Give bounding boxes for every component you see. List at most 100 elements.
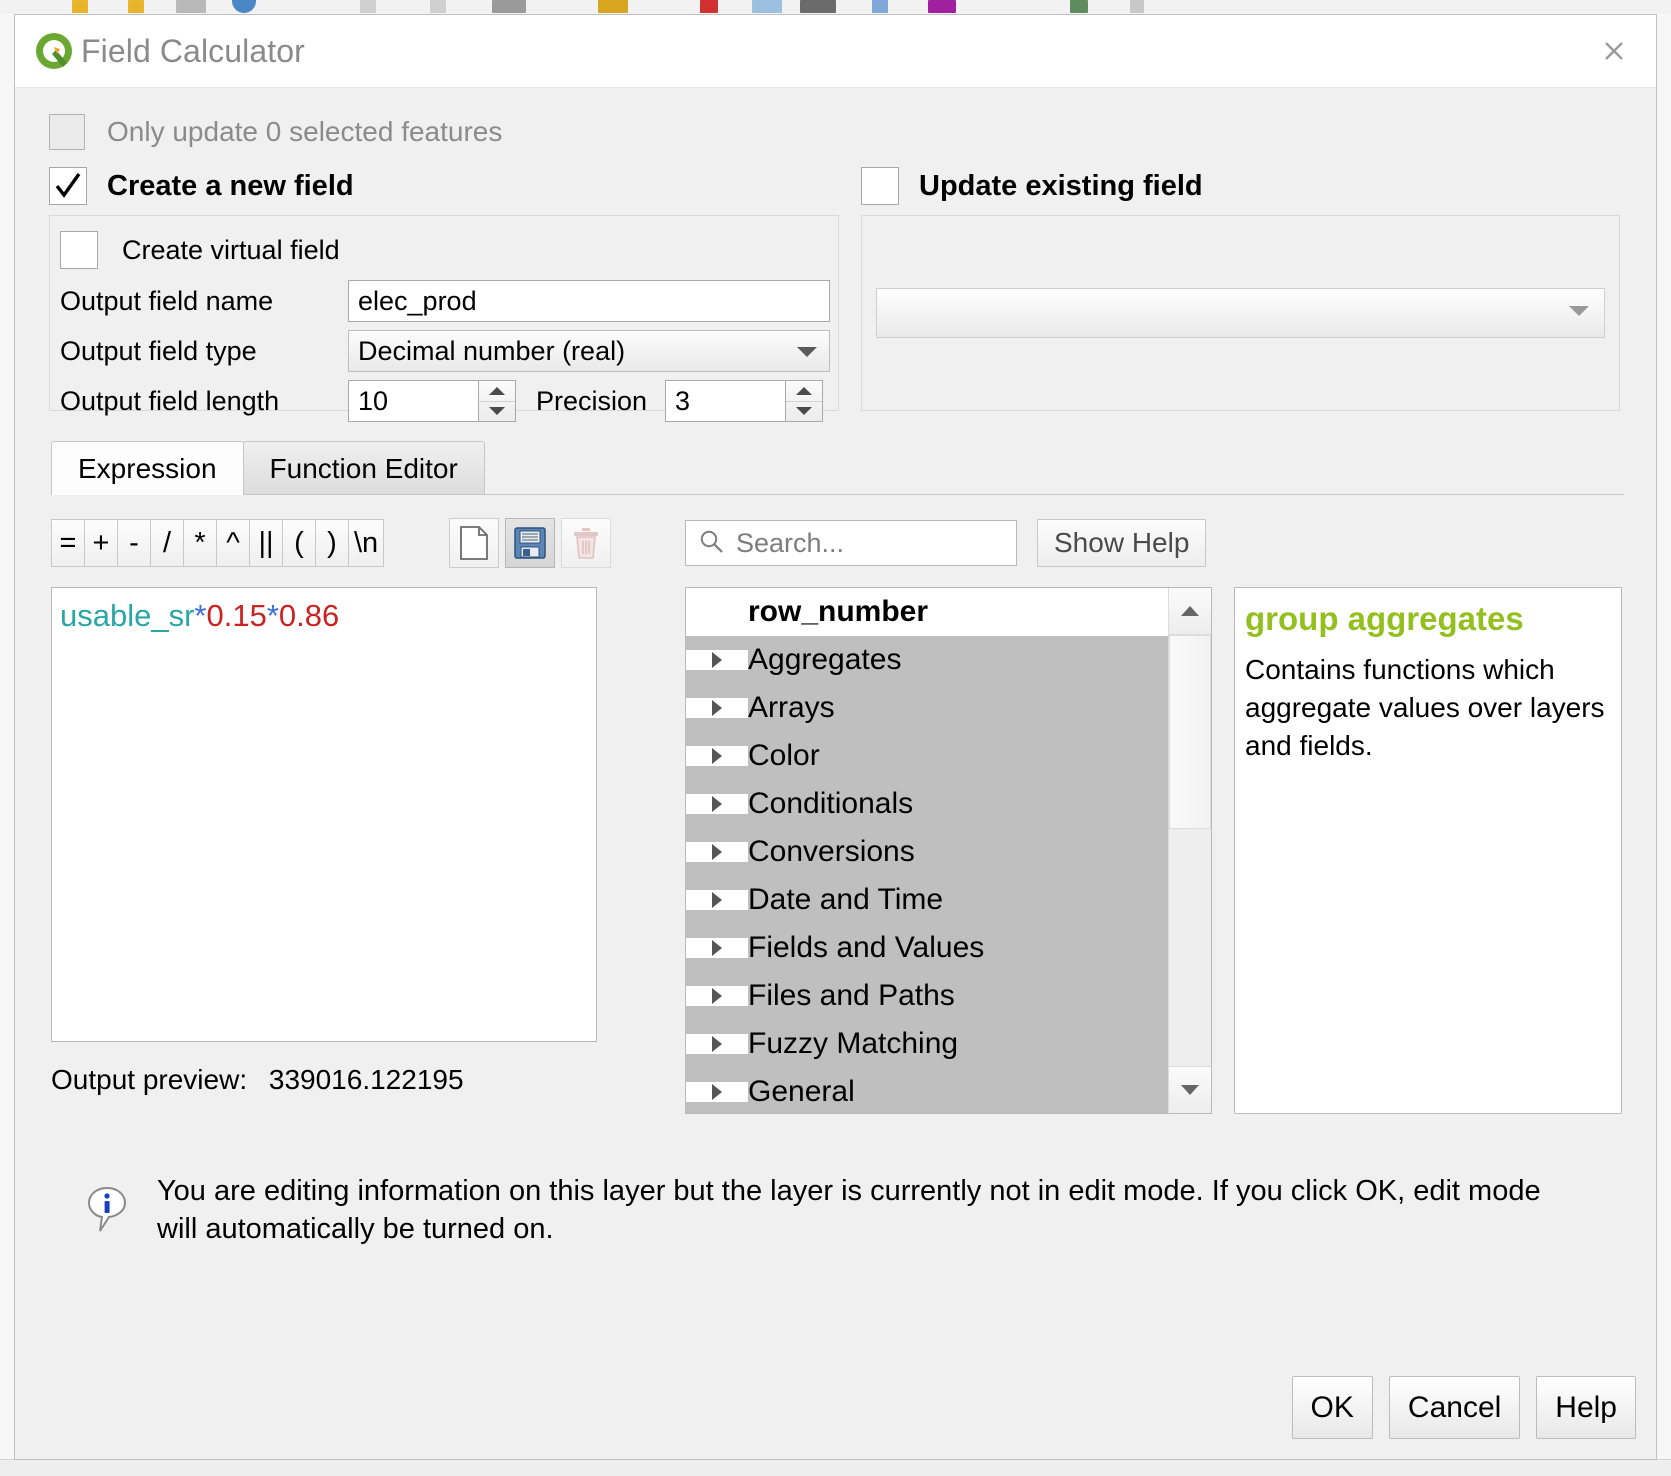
operator-power[interactable]: ^: [216, 519, 250, 567]
spin-down-icon[interactable]: [786, 402, 822, 422]
update-existing-field-checkbox[interactable]: [861, 167, 899, 205]
operator-equals[interactable]: =: [51, 519, 85, 567]
ok-button[interactable]: OK: [1292, 1376, 1373, 1439]
expression-token-num: 0.86: [279, 598, 339, 633]
close-icon[interactable]: [1588, 25, 1640, 77]
create-new-field-checkbox[interactable]: [49, 167, 87, 205]
triangle-right-icon[interactable]: [686, 794, 748, 814]
operator-concat[interactable]: ||: [249, 519, 283, 567]
triangle-right-icon[interactable]: [686, 746, 748, 766]
function-group-conversions[interactable]: Conversions: [686, 828, 1168, 876]
operator-paren-open[interactable]: (: [282, 519, 316, 567]
only-update-selected-checkbox[interactable]: [49, 114, 85, 150]
function-list-scrollbar[interactable]: [1168, 588, 1211, 1113]
operator-multiply[interactable]: *: [183, 519, 217, 567]
bg-icon: [232, 0, 256, 13]
output-field-length-input[interactable]: 10: [348, 380, 478, 422]
expression-token-op: *: [194, 598, 206, 633]
update-existing-field-column: Update existing field: [861, 166, 1620, 411]
update-existing-field-label: Update existing field: [919, 170, 1203, 203]
output-preview: Output preview: 339016.122195: [51, 1064, 629, 1096]
function-group-conditionals[interactable]: Conditionals: [686, 780, 1168, 828]
spin-down-icon[interactable]: [479, 402, 515, 422]
tab-expression[interactable]: Expression: [51, 441, 244, 495]
function-group-label: Fuzzy Matching: [748, 1027, 958, 1061]
create-new-field-row[interactable]: Create a new field: [49, 166, 839, 206]
cancel-button[interactable]: Cancel: [1389, 1376, 1520, 1439]
function-list[interactable]: row_number Aggregates Arra: [685, 587, 1212, 1114]
bg-icon: [1130, 0, 1144, 13]
operator-newline[interactable]: \n: [348, 519, 384, 567]
output-field-type-select[interactable]: Decimal number (real): [348, 330, 830, 372]
operator-minus[interactable]: -: [117, 519, 151, 567]
triangle-right-icon[interactable]: [686, 842, 748, 862]
function-group-label: Conversions: [748, 835, 915, 869]
function-group-arrays[interactable]: Arrays: [686, 684, 1168, 732]
operator-divide[interactable]: /: [150, 519, 184, 567]
function-group-aggregates[interactable]: Aggregates: [686, 636, 1168, 684]
tab-function-editor[interactable]: Function Editor: [243, 441, 485, 495]
create-virtual-field-checkbox[interactable]: [60, 231, 98, 269]
output-field-length-spin-buttons[interactable]: [478, 380, 516, 422]
search-placeholder: Search...: [736, 528, 844, 559]
background-toolbar: [0, 0, 1671, 15]
function-group-files-and-paths[interactable]: Files and Paths: [686, 972, 1168, 1020]
spin-up-icon[interactable]: [479, 381, 515, 402]
scroll-down-icon[interactable]: [1169, 1066, 1211, 1113]
show-help-button[interactable]: Show Help: [1037, 519, 1206, 567]
update-existing-field-row[interactable]: Update existing field: [861, 166, 1620, 206]
triangle-right-icon[interactable]: [686, 938, 748, 958]
triangle-right-icon[interactable]: [686, 650, 748, 670]
function-group-fields-and-values[interactable]: Fields and Values: [686, 924, 1168, 972]
new-expression-icon[interactable]: [449, 518, 499, 568]
only-update-selected-label: Only update 0 selected features: [107, 116, 502, 148]
scrollbar-thumb[interactable]: [1169, 635, 1211, 829]
save-expression-icon[interactable]: [505, 518, 555, 568]
precision-spin-buttons[interactable]: [785, 380, 823, 422]
function-group-date-and-time[interactable]: Date and Time: [686, 876, 1168, 924]
precision-input[interactable]: 3: [665, 380, 785, 422]
triangle-right-icon[interactable]: [686, 1034, 748, 1054]
triangle-right-icon[interactable]: [686, 986, 748, 1006]
bg-icon: [1070, 0, 1088, 13]
function-group-label: Files and Paths: [748, 979, 955, 1013]
chevron-down-icon: [794, 336, 820, 367]
bg-icon: [700, 0, 718, 13]
help-button[interactable]: Help: [1536, 1376, 1636, 1439]
bg-icon: [598, 0, 628, 13]
create-new-field-column: Create a new field Create virtual field …: [49, 166, 839, 411]
background-bottom-strip: [0, 1459, 1671, 1476]
function-group-label: General: [748, 1075, 855, 1109]
existing-field-select[interactable]: [876, 288, 1605, 338]
search-input[interactable]: Search...: [685, 520, 1017, 566]
precision-stepper[interactable]: 3: [665, 380, 823, 422]
bg-icon: [176, 0, 206, 13]
operator-plus[interactable]: +: [84, 519, 118, 567]
delete-expression-icon[interactable]: [561, 518, 611, 568]
spin-up-icon[interactable]: [786, 381, 822, 402]
output-field-name-input[interactable]: elec_prod: [348, 280, 830, 322]
function-item-row-number[interactable]: row_number: [686, 588, 1168, 636]
help-panel-body: Contains functions which aggregate value…: [1245, 651, 1605, 764]
bg-icon: [128, 0, 144, 13]
function-browser-column: Search... Show Help row_number Aggr: [685, 517, 1212, 1114]
output-field-length-stepper[interactable]: 10: [348, 380, 516, 422]
bg-icon: [752, 0, 782, 13]
edit-mode-message-text: You are editing information on this laye…: [157, 1172, 1577, 1249]
tab-bar: Expression Function Editor: [51, 439, 1640, 495]
operator-paren-close[interactable]: ): [315, 519, 349, 567]
scroll-up-icon[interactable]: [1169, 588, 1211, 635]
tab-expression-label: Expression: [78, 453, 217, 485]
field-calculator-dialog: Field Calculator Only update 0 selected …: [14, 14, 1657, 1460]
create-virtual-field-row[interactable]: Create virtual field: [60, 228, 830, 272]
only-update-selected-row[interactable]: Only update 0 selected features: [49, 114, 1640, 150]
expression-input[interactable]: usable_sr*0.15*0.86: [51, 587, 597, 1042]
triangle-right-icon[interactable]: [686, 1082, 748, 1102]
bg-icon: [872, 0, 888, 13]
triangle-right-icon[interactable]: [686, 698, 748, 718]
triangle-right-icon[interactable]: [686, 890, 748, 910]
function-group-general[interactable]: General: [686, 1068, 1168, 1114]
function-group-fuzzy-matching[interactable]: Fuzzy Matching: [686, 1020, 1168, 1068]
function-group-color[interactable]: Color: [686, 732, 1168, 780]
scrollbar-track[interactable]: [1169, 635, 1211, 1066]
